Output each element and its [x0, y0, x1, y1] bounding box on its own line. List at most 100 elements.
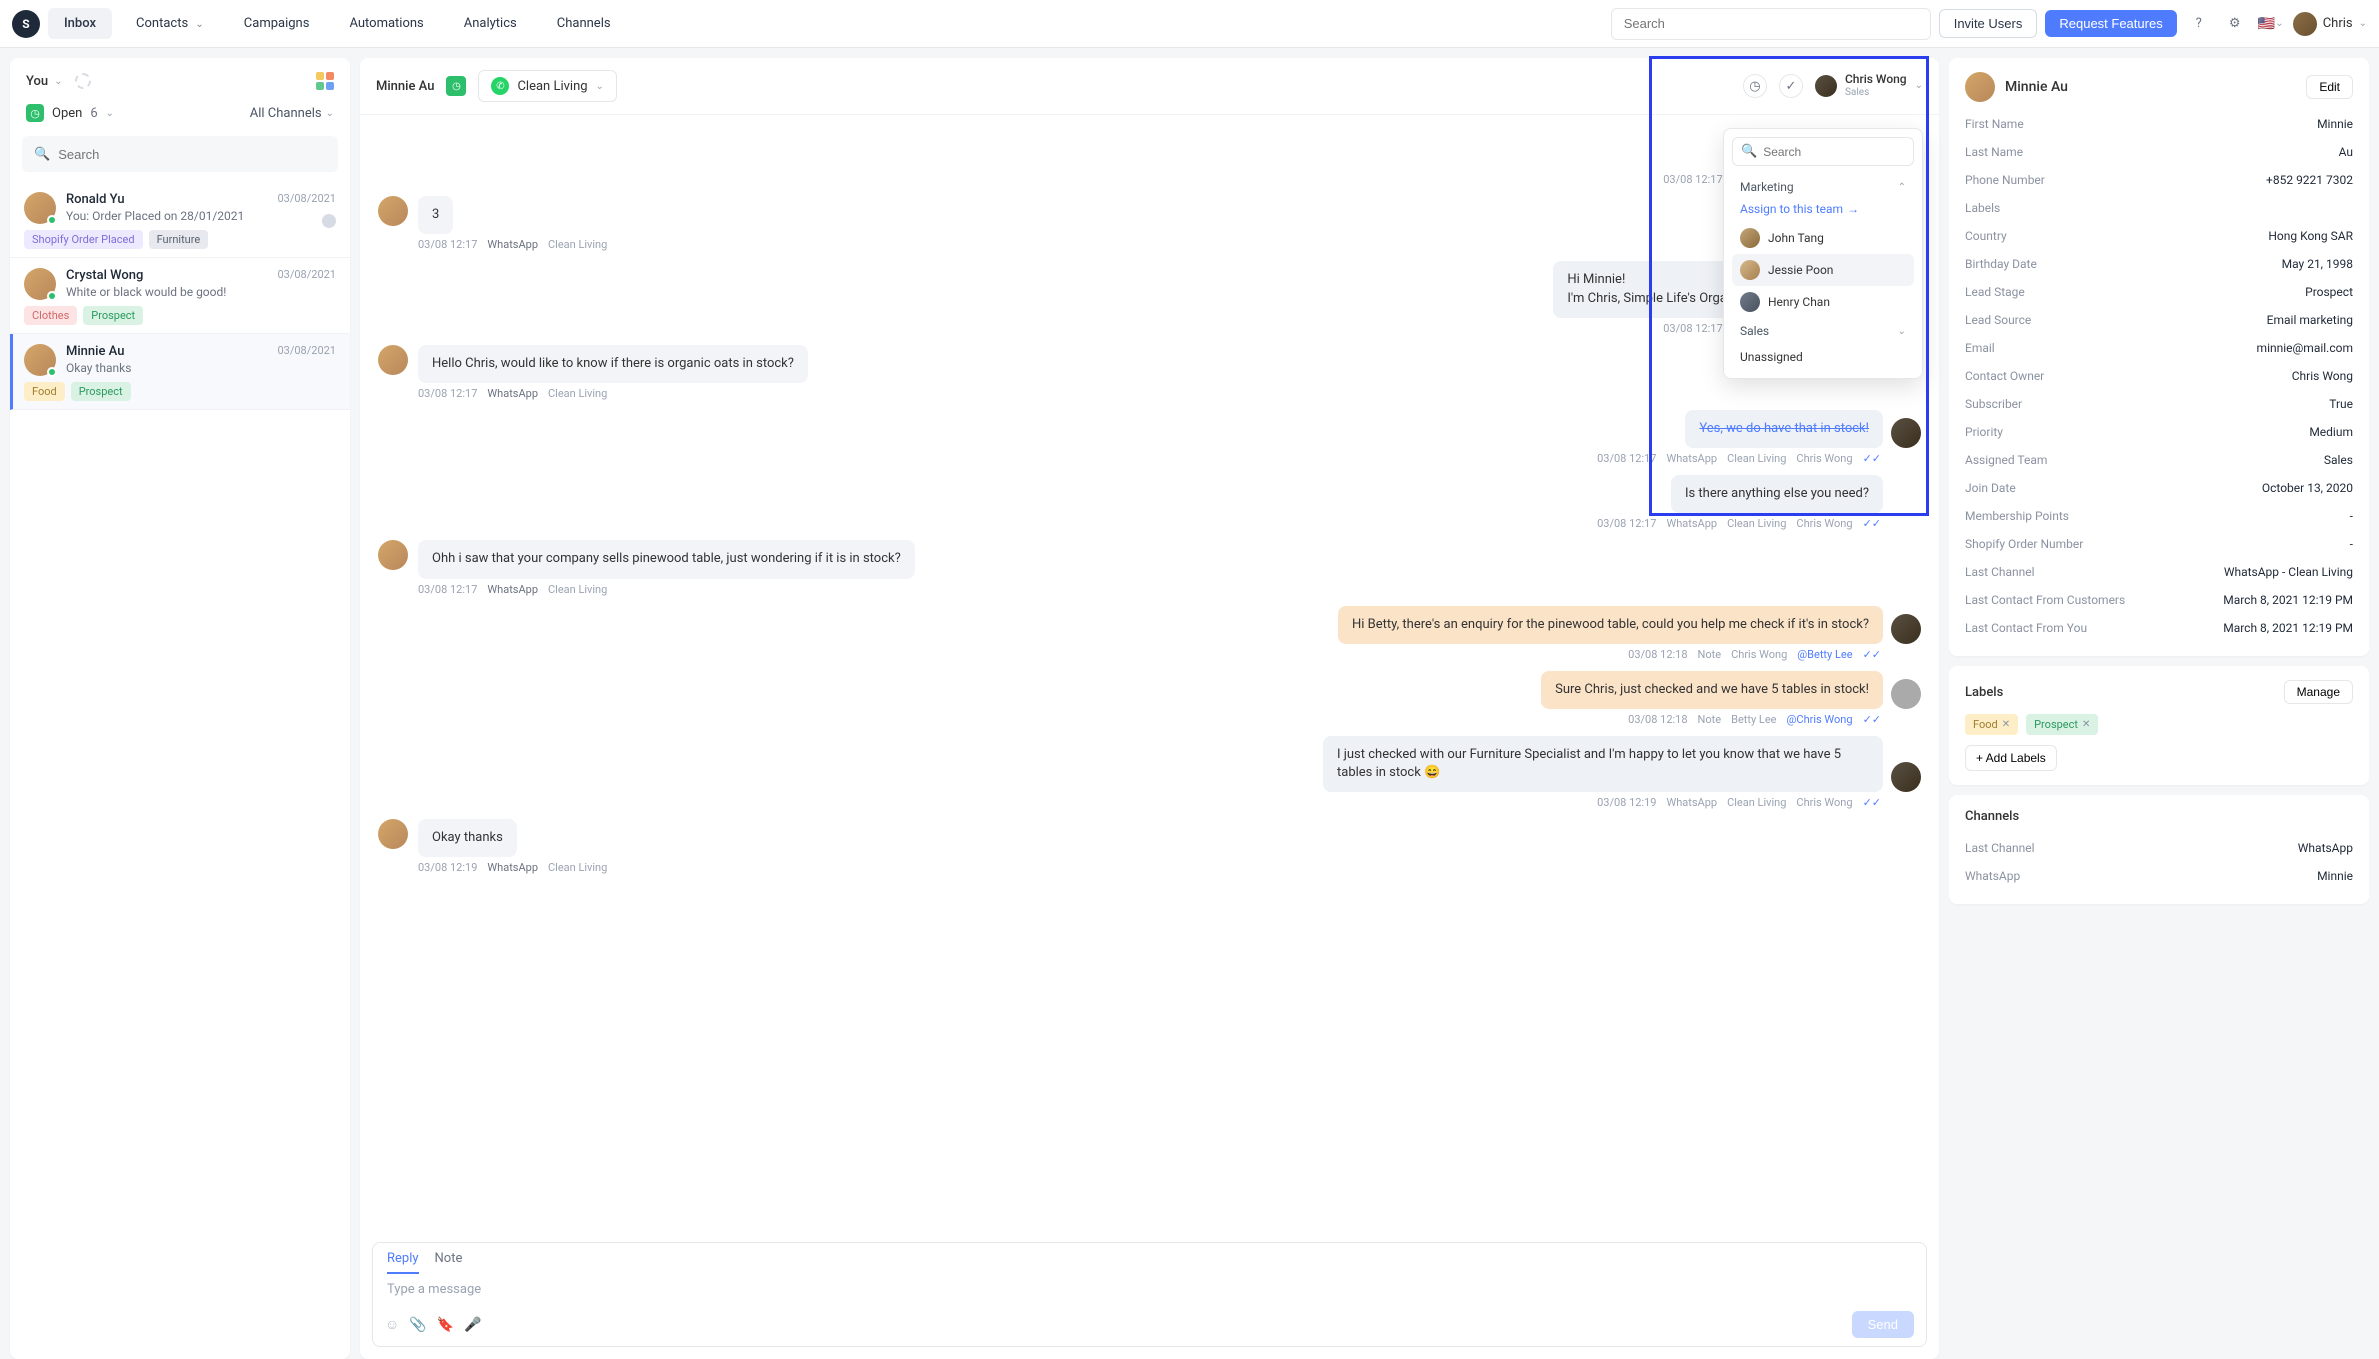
- contact-field: Shopify Order Number-: [1965, 530, 2353, 558]
- message-input[interactable]: Type a message: [373, 1274, 1926, 1305]
- label-chip[interactable]: Food✕: [1965, 714, 2018, 735]
- user-name: Chris: [2323, 16, 2353, 31]
- nav-inbox[interactable]: Inbox: [48, 8, 112, 39]
- locale-dropdown[interactable]: 🇺🇸⌄: [2261, 14, 2281, 34]
- unassigned-label: Unassigned: [1740, 350, 1803, 364]
- message-meta: 03/08 12:19WhatsAppClean LivingChris Won…: [1597, 796, 1921, 809]
- bookmark-icon[interactable]: 🔖: [437, 1317, 454, 1333]
- team-group-marketing[interactable]: Marketing ⌃: [1732, 174, 1914, 200]
- field-label: Membership Points: [1965, 509, 2069, 523]
- field-value: WhatsApp: [2298, 841, 2353, 855]
- conversation-list-item[interactable]: Ronald Yu 03/08/2021 You: Order Placed o…: [10, 182, 350, 258]
- field-label: WhatsApp: [1965, 869, 2020, 883]
- remove-label-icon[interactable]: ✕: [2082, 719, 2090, 730]
- history-clock-icon[interactable]: ◷: [1743, 74, 1767, 98]
- whatsapp-icon: ✆: [491, 77, 509, 95]
- help-icon[interactable]: ?: [2189, 14, 2209, 34]
- send-button[interactable]: Send: [1852, 1311, 1914, 1338]
- field-value: March 8, 2021 12:19 PM: [2223, 621, 2353, 635]
- view-grid-icon[interactable]: [316, 72, 334, 90]
- popover-search[interactable]: 🔍: [1732, 137, 1914, 166]
- message-meta: 03/08 12:18NoteChris Wong@Betty Lee✓✓: [1628, 648, 1921, 661]
- field-value: Chris Wong: [2292, 369, 2353, 383]
- field-value: WhatsApp - Clean Living: [2224, 565, 2353, 579]
- assignee-dropdown[interactable]: Chris Wong Sales ⌄: [1815, 73, 1923, 98]
- nav-campaigns[interactable]: Campaigns: [228, 8, 326, 39]
- team-group-sales[interactable]: Sales ⌄: [1732, 318, 1914, 344]
- add-labels-button[interactable]: + Add Labels: [1965, 745, 2057, 771]
- mention: @Chris Wong: [1787, 713, 1853, 726]
- avatar: [1740, 228, 1760, 248]
- channel-selector[interactable]: ✆ Clean Living ⌄: [478, 70, 616, 102]
- nav-contacts[interactable]: Contacts ⌄: [120, 8, 220, 39]
- field-label: First Name: [1965, 117, 2024, 131]
- mention: @Betty Lee: [1797, 648, 1852, 661]
- microphone-icon[interactable]: 🎤: [464, 1317, 481, 1333]
- assignee-popover: 🔍 Marketing ⌃ Assign to this team → John…: [1723, 128, 1923, 379]
- channel-field: WhatsAppMinnie: [1965, 862, 2353, 890]
- nav-analytics[interactable]: Analytics: [448, 8, 533, 39]
- assignee-option[interactable]: John Tang: [1732, 222, 1914, 254]
- attachment-icon[interactable]: 📎: [409, 1317, 426, 1333]
- assign-to-team-link[interactable]: Assign to this team →: [1732, 200, 1914, 222]
- channel-filter[interactable]: All Channels ⌄: [250, 106, 334, 121]
- field-value: March 8, 2021 12:19 PM: [2223, 593, 2353, 607]
- assignee-option[interactable]: Henry Chan: [1732, 286, 1914, 318]
- field-value: May 21, 1998: [2282, 257, 2353, 271]
- avatar: [1891, 614, 1921, 644]
- remove-label-icon[interactable]: ✕: [2002, 719, 2010, 730]
- message-bubble: Is there anything else you need?: [1671, 475, 1883, 513]
- assign-link-label: Assign to this team: [1740, 202, 1843, 216]
- contact-field: Contact Owner Chris Wong: [1965, 362, 2353, 390]
- search-icon: 🔍: [34, 147, 50, 162]
- loading-spinner-icon: [75, 73, 91, 89]
- flag-icon: 🇺🇸: [2258, 16, 2275, 32]
- emoji-icon[interactable]: ☺: [385, 1316, 399, 1333]
- global-search[interactable]: [1611, 8, 1931, 40]
- edit-button[interactable]: Edit: [2306, 75, 2353, 99]
- team-group-label: Sales: [1740, 324, 1769, 338]
- request-features-button[interactable]: Request Features: [2045, 10, 2176, 37]
- field-label: Assigned Team: [1965, 453, 2047, 467]
- message-bubble: Ohh i saw that your company sells pinewo…: [418, 540, 915, 578]
- popover-search-input[interactable]: [1763, 145, 1905, 159]
- invite-users-button[interactable]: Invite Users: [1939, 9, 2038, 38]
- arrow-right-icon: →: [1847, 202, 1859, 216]
- field-label: Birthday Date: [1965, 257, 2037, 271]
- composer-tab-reply[interactable]: Reply: [387, 1251, 419, 1274]
- message-meta: 03/08 12:17WhatsAppClean Living: [418, 238, 1921, 251]
- mark-done-check-icon[interactable]: ✓: [1779, 74, 1803, 98]
- sidebar-search-input[interactable]: [58, 147, 326, 162]
- nav-automations[interactable]: Automations: [333, 8, 439, 39]
- app-logo[interactable]: S: [12, 10, 40, 38]
- conv-item-date: 03/08/2021: [277, 344, 336, 359]
- assignee-option-unassigned[interactable]: Unassigned: [1732, 344, 1914, 370]
- field-label: Labels: [1965, 201, 2000, 215]
- field-label: Country: [1965, 229, 2007, 243]
- assignee-option[interactable]: Jessie Poon: [1732, 254, 1914, 286]
- contact-field: Assigned Team Sales: [1965, 446, 2353, 474]
- chevron-down-icon: ⌄: [195, 19, 203, 30]
- sidebar-search[interactable]: 🔍: [22, 136, 338, 172]
- user-menu[interactable]: Chris ⌄: [2293, 12, 2367, 36]
- field-label: Contact Owner: [1965, 369, 2044, 383]
- nav-channels[interactable]: Channels: [541, 8, 627, 39]
- settings-gear-icon[interactable]: ⚙: [2225, 14, 2245, 34]
- chevron-down-icon: ⌄: [1915, 80, 1923, 91]
- label-chip[interactable]: Prospect✕: [2026, 714, 2098, 735]
- composer-tab-note[interactable]: Note: [435, 1251, 463, 1274]
- contact-field: First NameMinnie: [1965, 110, 2353, 138]
- manage-labels-button[interactable]: Manage: [2284, 680, 2353, 704]
- chevron-down-icon: ⌄: [326, 108, 334, 119]
- conv-item-name: Ronald Yu: [66, 192, 125, 207]
- global-search-input[interactable]: [1624, 16, 1918, 31]
- inbox-owner-filter[interactable]: You ⌄: [26, 73, 91, 89]
- conversation-list-item[interactable]: Crystal Wong 03/08/2021 White or black w…: [10, 258, 350, 334]
- inbox-owner-label: You: [26, 74, 48, 89]
- field-label: Last Contact From Customers: [1965, 593, 2125, 607]
- conversation-list-item[interactable]: Minnie Au 03/08/2021 Okay thanks FoodPro…: [10, 334, 350, 410]
- avatar: [378, 540, 408, 570]
- nav-contacts-label: Contacts: [136, 16, 188, 31]
- field-value: Sales: [2324, 453, 2353, 467]
- status-filter[interactable]: ◷ Open 6 ⌄: [26, 104, 114, 122]
